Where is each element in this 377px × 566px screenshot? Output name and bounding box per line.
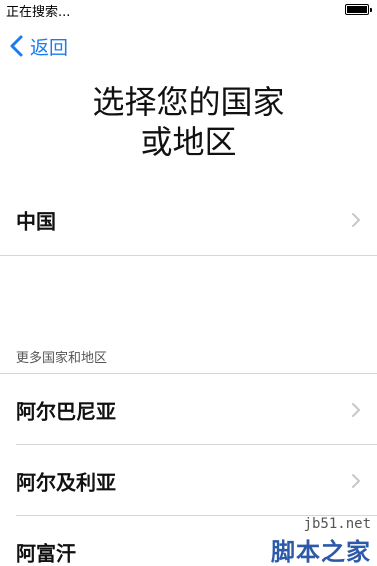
- country-row[interactable]: 阿富汗: [0, 516, 377, 566]
- country-label: 阿尔巴尼亚: [16, 399, 116, 423]
- country-row[interactable]: 阿尔巴尼亚: [0, 374, 377, 445]
- page-title-line-2: 或地区: [140, 123, 237, 161]
- country-row[interactable]: 阿尔及利亚: [0, 445, 377, 516]
- divider: [0, 255, 377, 256]
- status-text: 正在搜索...: [6, 5, 71, 20]
- country-row-china[interactable]: 中国: [0, 184, 377, 255]
- chevron-left-icon: [10, 35, 23, 57]
- back-label: 返回: [30, 36, 69, 59]
- back-button[interactable]: 返回: [6, 33, 68, 59]
- chevron-right-icon: [352, 402, 360, 417]
- country-label: 阿尔及利亚: [16, 470, 116, 494]
- page-title: 选择您的国家 或地区: [0, 82, 377, 162]
- section-header: 更多国家和地区: [16, 351, 108, 366]
- status-bar: 正在搜索...: [0, 0, 377, 20]
- country-label: 阿富汗: [16, 541, 76, 565]
- country-label: 中国: [16, 209, 56, 233]
- page-title-line-1: 选择您的国家: [92, 83, 285, 121]
- chevron-right-icon: [352, 473, 360, 488]
- chevron-right-icon: [352, 212, 360, 227]
- battery-icon: [345, 4, 372, 15]
